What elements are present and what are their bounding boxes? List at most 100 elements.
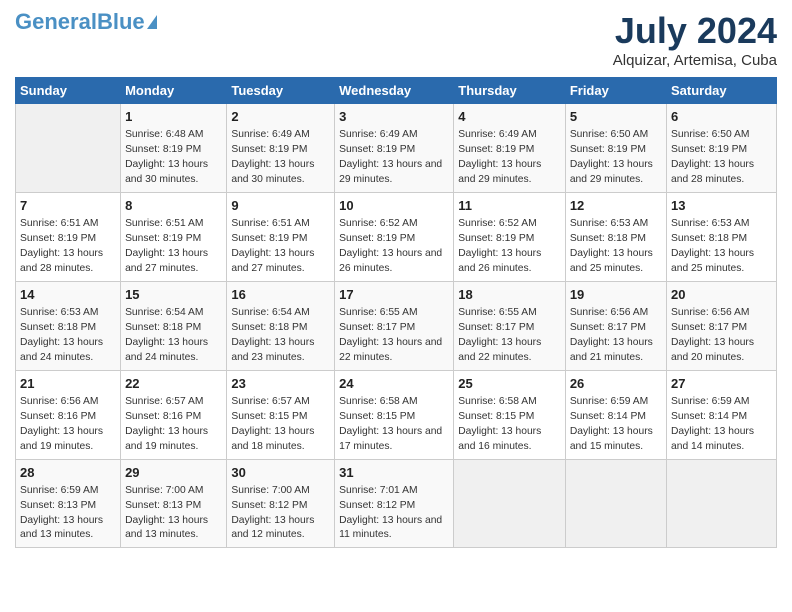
- calendar-week-4: 21Sunrise: 6:56 AMSunset: 8:16 PMDayligh…: [16, 370, 777, 459]
- cell-info: Sunrise: 6:49 AMSunset: 8:19 PMDaylight:…: [231, 128, 330, 188]
- calendar-cell: 14 Sunrise: 6:53 AMSunset: 8:18 PMDayligh…: [16, 281, 121, 370]
- col-tuesday: Tuesday: [227, 78, 335, 104]
- calendar-cell: 23 Sunrise: 6:57 AMSunset: 8:15 PMDayligh…: [227, 370, 335, 459]
- calendar-cell: 13Sunrise: 6:53 AMSunset: 8:18 PMDayligh…: [667, 192, 777, 281]
- calendar-cell: 19 Sunrise: 6:56 AMSunset: 8:17 PMDayligh…: [565, 281, 666, 370]
- calendar-cell: [667, 459, 777, 548]
- title-block: July 2024 Alquizar, Artemisa, Cuba: [613, 10, 777, 69]
- cell-info: Sunrise: 6:51 AMSunset: 8:19 PMDaylight:…: [20, 217, 116, 277]
- calendar-cell: 9 Sunrise: 6:51 AMSunset: 8:19 PMDaylight…: [227, 192, 335, 281]
- cell-info: Sunrise: 6:55 AMSunset: 8:17 PMDaylight:…: [339, 306, 449, 366]
- month-title: July 2024: [613, 10, 777, 52]
- calendar-cell: 5Sunrise: 6:50 AMSunset: 8:19 PMDaylight…: [565, 104, 666, 193]
- day-number: 6: [671, 108, 772, 126]
- location-subtitle: Alquizar, Artemisa, Cuba: [613, 52, 777, 69]
- cell-info: Sunrise: 6:57 AMSunset: 8:16 PMDaylight:…: [125, 395, 222, 455]
- col-saturday: Saturday: [667, 78, 777, 104]
- day-number: 8: [125, 197, 222, 215]
- cell-info: Sunrise: 6:59 AMSunset: 8:13 PMDaylight:…: [20, 484, 116, 544]
- day-number: 9: [231, 197, 330, 215]
- calendar-cell: 20Sunrise: 6:56 AMSunset: 8:17 PMDayligh…: [667, 281, 777, 370]
- calendar-cell: 29 Sunrise: 7:00 AMSunset: 8:13 PMDayligh…: [121, 459, 227, 548]
- calendar-cell: 4 Sunrise: 6:49 AMSunset: 8:19 PMDaylight…: [454, 104, 566, 193]
- calendar-cell: 26Sunrise: 6:59 AMSunset: 8:14 PMDayligh…: [565, 370, 666, 459]
- calendar-cell: 6 Sunrise: 6:50 AMSunset: 8:19 PMDaylight…: [667, 104, 777, 193]
- calendar-cell: 12 Sunrise: 6:53 AMSunset: 8:18 PMDayligh…: [565, 192, 666, 281]
- cell-info: Sunrise: 6:56 AMSunset: 8:17 PMDaylight:…: [570, 306, 662, 366]
- calendar-cell: 3 Sunrise: 6:49 AMSunset: 8:19 PMDaylight…: [335, 104, 454, 193]
- day-number: 12: [570, 197, 662, 215]
- calendar-cell: [454, 459, 566, 548]
- day-number: 23: [231, 375, 330, 393]
- cell-info: Sunrise: 6:50 AMSunset: 8:19 PMDaylight:…: [671, 128, 772, 188]
- cell-info: Sunrise: 6:54 AMSunset: 8:18 PMDaylight:…: [231, 306, 330, 366]
- day-number: 16: [231, 286, 330, 304]
- col-wednesday: Wednesday: [335, 78, 454, 104]
- header-row: Sunday Monday Tuesday Wednesday Thursday…: [16, 78, 777, 104]
- calendar-cell: 15 Sunrise: 6:54 AMSunset: 8:18 PMDayligh…: [121, 281, 227, 370]
- logo: GeneralBlue: [15, 10, 157, 34]
- col-friday: Friday: [565, 78, 666, 104]
- col-monday: Monday: [121, 78, 227, 104]
- day-number: 27: [671, 375, 772, 393]
- cell-info: Sunrise: 6:51 AMSunset: 8:19 PMDaylight:…: [125, 217, 222, 277]
- calendar-cell: 28 Sunrise: 6:59 AMSunset: 8:13 PMDayligh…: [16, 459, 121, 548]
- cell-info: Sunrise: 6:49 AMSunset: 8:19 PMDaylight:…: [339, 128, 449, 188]
- calendar-week-1: 1 Sunrise: 6:48 AMSunset: 8:19 PMDaylight…: [16, 104, 777, 193]
- day-number: 17: [339, 286, 449, 304]
- calendar-cell: 11 Sunrise: 6:52 AMSunset: 8:19 PMDayligh…: [454, 192, 566, 281]
- day-number: 2: [231, 108, 330, 126]
- day-number: 1: [125, 108, 222, 126]
- calendar-cell: 21Sunrise: 6:56 AMSunset: 8:16 PMDayligh…: [16, 370, 121, 459]
- cell-info: Sunrise: 6:53 AMSunset: 8:18 PMDaylight:…: [671, 217, 772, 277]
- calendar-week-3: 14 Sunrise: 6:53 AMSunset: 8:18 PMDayligh…: [16, 281, 777, 370]
- day-number: 4: [458, 108, 561, 126]
- logo-triangle-icon: [147, 15, 157, 29]
- cell-info: Sunrise: 6:54 AMSunset: 8:18 PMDaylight:…: [125, 306, 222, 366]
- cell-info: Sunrise: 6:59 AMSunset: 8:14 PMDaylight:…: [570, 395, 662, 455]
- logo-text: GeneralBlue: [15, 10, 145, 34]
- calendar-cell: 31 Sunrise: 7:01 AMSunset: 8:12 PMDayligh…: [335, 459, 454, 548]
- cell-info: Sunrise: 6:53 AMSunset: 8:18 PMDaylight:…: [20, 306, 116, 366]
- calendar-cell: [565, 459, 666, 548]
- day-number: 11: [458, 197, 561, 215]
- day-number: 29: [125, 464, 222, 482]
- day-number: 15: [125, 286, 222, 304]
- cell-info: Sunrise: 7:00 AMSunset: 8:13 PMDaylight:…: [125, 484, 222, 544]
- calendar-cell: 25 Sunrise: 6:58 AMSunset: 8:15 PMDayligh…: [454, 370, 566, 459]
- day-number: 3: [339, 108, 449, 126]
- day-number: 22: [125, 375, 222, 393]
- day-number: 28: [20, 464, 116, 482]
- cell-info: Sunrise: 6:58 AMSunset: 8:15 PMDaylight:…: [458, 395, 561, 455]
- cell-info: Sunrise: 6:58 AMSunset: 8:15 PMDaylight:…: [339, 395, 449, 455]
- cell-info: Sunrise: 6:49 AMSunset: 8:19 PMDaylight:…: [458, 128, 561, 188]
- cell-info: Sunrise: 6:59 AMSunset: 8:14 PMDaylight:…: [671, 395, 772, 455]
- cell-info: Sunrise: 6:55 AMSunset: 8:17 PMDaylight:…: [458, 306, 561, 366]
- cell-info: Sunrise: 6:56 AMSunset: 8:17 PMDaylight:…: [671, 306, 772, 366]
- day-number: 7: [20, 197, 116, 215]
- calendar-cell: 10Sunrise: 6:52 AMSunset: 8:19 PMDayligh…: [335, 192, 454, 281]
- cell-info: Sunrise: 7:00 AMSunset: 8:12 PMDaylight:…: [231, 484, 330, 544]
- cell-info: Sunrise: 6:53 AMSunset: 8:18 PMDaylight:…: [570, 217, 662, 277]
- calendar-week-5: 28 Sunrise: 6:59 AMSunset: 8:13 PMDayligh…: [16, 459, 777, 548]
- cell-info: Sunrise: 7:01 AMSunset: 8:12 PMDaylight:…: [339, 484, 449, 544]
- page: GeneralBlue July 2024 Alquizar, Artemisa…: [0, 0, 792, 558]
- cell-info: Sunrise: 6:52 AMSunset: 8:19 PMDaylight:…: [458, 217, 561, 277]
- calendar-cell: 18Sunrise: 6:55 AMSunset: 8:17 PMDayligh…: [454, 281, 566, 370]
- cell-info: Sunrise: 6:50 AMSunset: 8:19 PMDaylight:…: [570, 128, 662, 188]
- col-thursday: Thursday: [454, 78, 566, 104]
- calendar-week-2: 7 Sunrise: 6:51 AMSunset: 8:19 PMDaylight…: [16, 192, 777, 281]
- cell-info: Sunrise: 6:51 AMSunset: 8:19 PMDaylight:…: [231, 217, 330, 277]
- day-number: 10: [339, 197, 449, 215]
- day-number: 14: [20, 286, 116, 304]
- cell-info: Sunrise: 6:48 AMSunset: 8:19 PMDaylight:…: [125, 128, 222, 188]
- day-number: 24: [339, 375, 449, 393]
- day-number: 19: [570, 286, 662, 304]
- cell-info: Sunrise: 6:56 AMSunset: 8:16 PMDaylight:…: [20, 395, 116, 455]
- day-number: 25: [458, 375, 561, 393]
- cell-info: Sunrise: 6:57 AMSunset: 8:15 PMDaylight:…: [231, 395, 330, 455]
- calendar-cell: 22 Sunrise: 6:57 AMSunset: 8:16 PMDayligh…: [121, 370, 227, 459]
- calendar-cell: 2 Sunrise: 6:49 AMSunset: 8:19 PMDaylight…: [227, 104, 335, 193]
- calendar-cell: 27 Sunrise: 6:59 AMSunset: 8:14 PMDayligh…: [667, 370, 777, 459]
- day-number: 31: [339, 464, 449, 482]
